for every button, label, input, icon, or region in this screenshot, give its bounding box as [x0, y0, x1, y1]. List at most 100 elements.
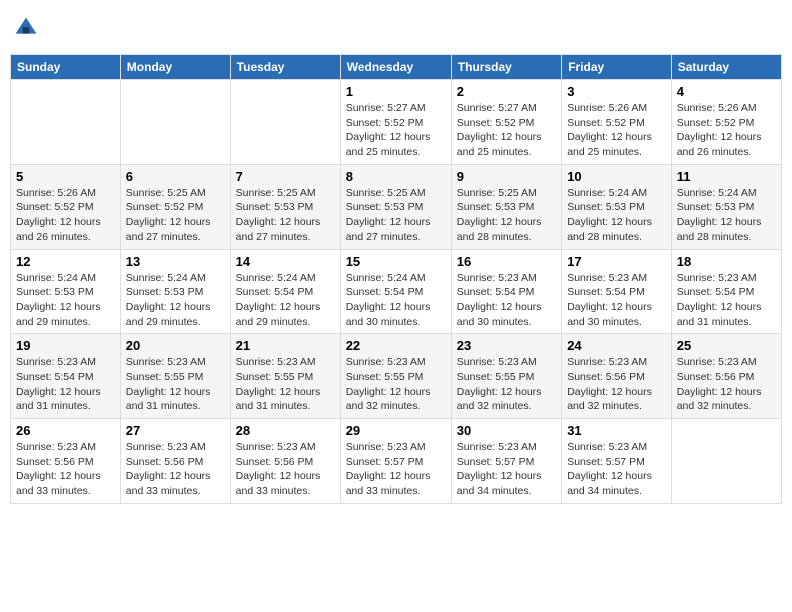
day-number: 9 [457, 169, 556, 184]
day-number: 5 [16, 169, 115, 184]
day-number: 27 [126, 423, 225, 438]
day-number: 22 [346, 338, 446, 353]
day-number: 2 [457, 84, 556, 99]
weekday-header-sunday: Sunday [11, 55, 121, 80]
weekday-header-thursday: Thursday [451, 55, 561, 80]
day-info: Sunrise: 5:24 AMSunset: 5:53 PMDaylight:… [677, 186, 776, 245]
day-info: Sunrise: 5:24 AMSunset: 5:53 PMDaylight:… [126, 271, 225, 330]
day-number: 29 [346, 423, 446, 438]
day-info: Sunrise: 5:25 AMSunset: 5:53 PMDaylight:… [346, 186, 446, 245]
calendar-day-5: 5 Sunrise: 5:26 AMSunset: 5:52 PMDaylight… [11, 164, 121, 249]
day-number: 19 [16, 338, 115, 353]
day-info: Sunrise: 5:27 AMSunset: 5:52 PMDaylight:… [346, 101, 446, 160]
day-number: 3 [567, 84, 666, 99]
empty-cell [230, 80, 340, 165]
calendar-day-19: 19 Sunrise: 5:23 AMSunset: 5:54 PMDayligh… [11, 334, 121, 419]
calendar-week-4: 19 Sunrise: 5:23 AMSunset: 5:54 PMDayligh… [11, 334, 782, 419]
day-info: Sunrise: 5:25 AMSunset: 5:53 PMDaylight:… [236, 186, 335, 245]
calendar-day-10: 10 Sunrise: 5:24 AMSunset: 5:53 PMDayligh… [562, 164, 672, 249]
day-number: 16 [457, 254, 556, 269]
day-number: 18 [677, 254, 776, 269]
day-info: Sunrise: 5:25 AMSunset: 5:52 PMDaylight:… [126, 186, 225, 245]
calendar-day-13: 13 Sunrise: 5:24 AMSunset: 5:53 PMDayligh… [120, 249, 230, 334]
day-info: Sunrise: 5:23 AMSunset: 5:57 PMDaylight:… [457, 440, 556, 499]
calendar-table: SundayMondayTuesdayWednesdayThursdayFrid… [10, 54, 782, 504]
calendar-day-16: 16 Sunrise: 5:23 AMSunset: 5:54 PMDayligh… [451, 249, 561, 334]
empty-cell [671, 419, 781, 504]
day-info: Sunrise: 5:23 AMSunset: 5:56 PMDaylight:… [126, 440, 225, 499]
calendar-day-1: 1 Sunrise: 5:27 AMSunset: 5:52 PMDaylight… [340, 80, 451, 165]
day-info: Sunrise: 5:23 AMSunset: 5:54 PMDaylight:… [677, 271, 776, 330]
day-info: Sunrise: 5:26 AMSunset: 5:52 PMDaylight:… [567, 101, 666, 160]
day-number: 7 [236, 169, 335, 184]
day-number: 26 [16, 423, 115, 438]
calendar-day-30: 30 Sunrise: 5:23 AMSunset: 5:57 PMDayligh… [451, 419, 561, 504]
day-number: 13 [126, 254, 225, 269]
day-info: Sunrise: 5:23 AMSunset: 5:54 PMDaylight:… [16, 355, 115, 414]
day-number: 17 [567, 254, 666, 269]
calendar-week-5: 26 Sunrise: 5:23 AMSunset: 5:56 PMDayligh… [11, 419, 782, 504]
page-header [10, 10, 782, 46]
calendar-week-3: 12Sunrise: 5:24 AMSunset: 5:53 PMDayligh… [11, 249, 782, 334]
day-info: Sunrise: 5:26 AMSunset: 5:52 PMDaylight:… [677, 101, 776, 160]
calendar-day-14: 14Sunrise: 5:24 AMSunset: 5:54 PMDayligh… [230, 249, 340, 334]
day-number: 31 [567, 423, 666, 438]
day-info: Sunrise: 5:23 AMSunset: 5:55 PMDaylight:… [457, 355, 556, 414]
day-number: 6 [126, 169, 225, 184]
calendar-day-11: 11 Sunrise: 5:24 AMSunset: 5:53 PMDayligh… [671, 164, 781, 249]
weekday-header-monday: Monday [120, 55, 230, 80]
calendar-day-15: 15 Sunrise: 5:24 AMSunset: 5:54 PMDayligh… [340, 249, 451, 334]
calendar-week-1: 1 Sunrise: 5:27 AMSunset: 5:52 PMDaylight… [11, 80, 782, 165]
weekday-header-saturday: Saturday [671, 55, 781, 80]
calendar-day-25: 25Sunrise: 5:23 AMSunset: 5:56 PMDayligh… [671, 334, 781, 419]
calendar-day-4: 4Sunrise: 5:26 AMSunset: 5:52 PMDaylight… [671, 80, 781, 165]
weekday-header-row: SundayMondayTuesdayWednesdayThursdayFrid… [11, 55, 782, 80]
day-number: 23 [457, 338, 556, 353]
day-number: 14 [236, 254, 335, 269]
day-number: 28 [236, 423, 335, 438]
day-info: Sunrise: 5:23 AMSunset: 5:56 PMDaylight:… [16, 440, 115, 499]
logo-icon [14, 16, 38, 40]
calendar-day-2: 2Sunrise: 5:27 AMSunset: 5:52 PMDaylight… [451, 80, 561, 165]
logo [14, 16, 42, 40]
calendar-day-31: 31 Sunrise: 5:23 AMSunset: 5:57 PMDayligh… [562, 419, 672, 504]
day-info: Sunrise: 5:23 AMSunset: 5:57 PMDaylight:… [346, 440, 446, 499]
calendar-day-18: 18 Sunrise: 5:23 AMSunset: 5:54 PMDayligh… [671, 249, 781, 334]
day-number: 10 [567, 169, 666, 184]
day-info: Sunrise: 5:26 AMSunset: 5:52 PMDaylight:… [16, 186, 115, 245]
day-info: Sunrise: 5:24 AMSunset: 5:54 PMDaylight:… [346, 271, 446, 330]
weekday-header-wednesday: Wednesday [340, 55, 451, 80]
empty-cell [11, 80, 121, 165]
calendar-day-8: 8 Sunrise: 5:25 AMSunset: 5:53 PMDaylight… [340, 164, 451, 249]
calendar-week-2: 5 Sunrise: 5:26 AMSunset: 5:52 PMDaylight… [11, 164, 782, 249]
day-number: 8 [346, 169, 446, 184]
calendar-day-27: 27 Sunrise: 5:23 AMSunset: 5:56 PMDayligh… [120, 419, 230, 504]
day-info: Sunrise: 5:23 AMSunset: 5:54 PMDaylight:… [457, 271, 556, 330]
day-info: Sunrise: 5:23 AMSunset: 5:56 PMDaylight:… [236, 440, 335, 499]
empty-cell [120, 80, 230, 165]
day-number: 30 [457, 423, 556, 438]
day-number: 15 [346, 254, 446, 269]
day-number: 25 [677, 338, 776, 353]
day-info: Sunrise: 5:24 AMSunset: 5:53 PMDaylight:… [567, 186, 666, 245]
day-number: 24 [567, 338, 666, 353]
calendar-day-3: 3 Sunrise: 5:26 AMSunset: 5:52 PMDaylight… [562, 80, 672, 165]
calendar-day-29: 29 Sunrise: 5:23 AMSunset: 5:57 PMDayligh… [340, 419, 451, 504]
day-info: Sunrise: 5:23 AMSunset: 5:55 PMDaylight:… [346, 355, 446, 414]
day-info: Sunrise: 5:25 AMSunset: 5:53 PMDaylight:… [457, 186, 556, 245]
calendar-day-12: 12Sunrise: 5:24 AMSunset: 5:53 PMDayligh… [11, 249, 121, 334]
day-number: 20 [126, 338, 225, 353]
calendar-day-9: 9 Sunrise: 5:25 AMSunset: 5:53 PMDaylight… [451, 164, 561, 249]
day-info: Sunrise: 5:24 AMSunset: 5:53 PMDaylight:… [16, 271, 115, 330]
calendar-day-26: 26 Sunrise: 5:23 AMSunset: 5:56 PMDayligh… [11, 419, 121, 504]
calendar-day-24: 24 Sunrise: 5:23 AMSunset: 5:56 PMDayligh… [562, 334, 672, 419]
day-info: Sunrise: 5:23 AMSunset: 5:55 PMDaylight:… [126, 355, 225, 414]
day-number: 11 [677, 169, 776, 184]
calendar-day-6: 6 Sunrise: 5:25 AMSunset: 5:52 PMDaylight… [120, 164, 230, 249]
day-number: 1 [346, 84, 446, 99]
day-info: Sunrise: 5:23 AMSunset: 5:57 PMDaylight:… [567, 440, 666, 499]
calendar-day-28: 28 Sunrise: 5:23 AMSunset: 5:56 PMDayligh… [230, 419, 340, 504]
calendar-day-17: 17Sunrise: 5:23 AMSunset: 5:54 PMDayligh… [562, 249, 672, 334]
day-info: Sunrise: 5:23 AMSunset: 5:56 PMDaylight:… [567, 355, 666, 414]
weekday-header-friday: Friday [562, 55, 672, 80]
